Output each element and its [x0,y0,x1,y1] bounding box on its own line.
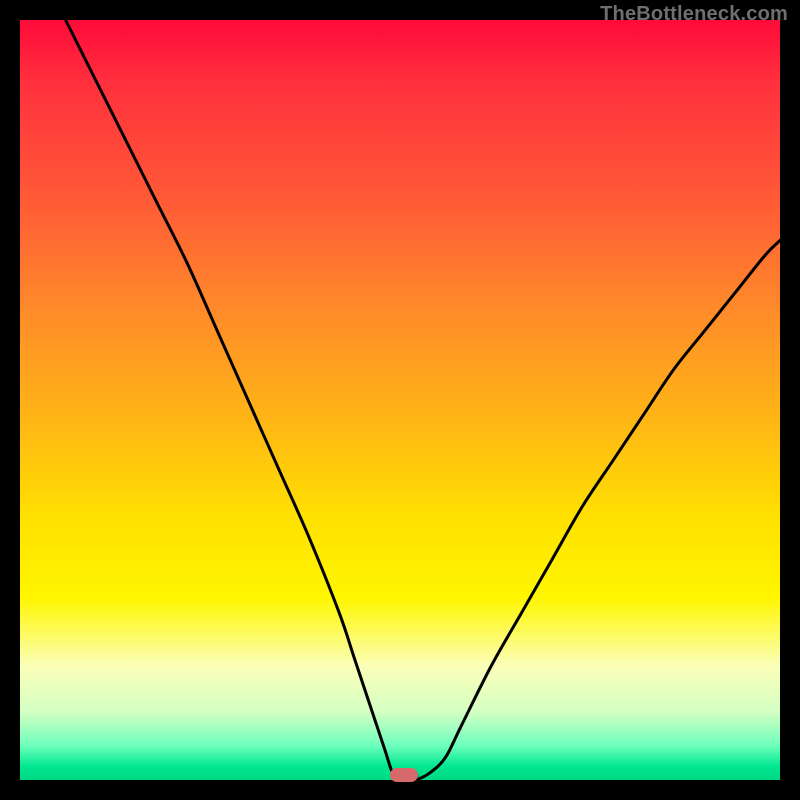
bottleneck-curve [66,20,780,781]
plot-area [20,20,780,780]
curve-layer [20,20,780,780]
chart-stage: TheBottleneck.com [0,0,800,800]
watermark-text: TheBottleneck.com [600,3,788,26]
min-marker [390,768,418,782]
